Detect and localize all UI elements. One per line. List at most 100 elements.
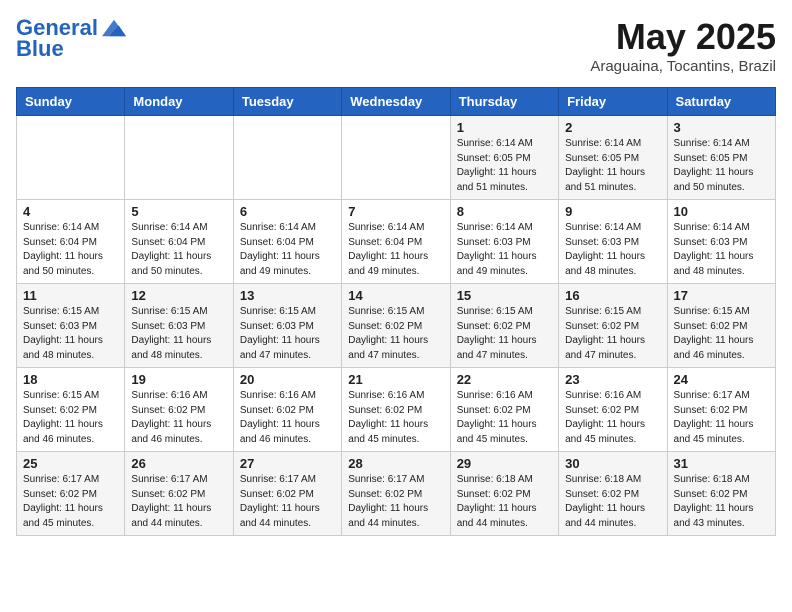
day-info: Sunrise: 6:15 AMSunset: 6:03 PMDaylight:…	[240, 305, 335, 363]
day-number: 23	[565, 372, 660, 387]
day-info: Sunrise: 6:14 AMSunset: 6:05 PMDaylight:…	[457, 137, 552, 195]
day-info: Sunrise: 6:14 AMSunset: 6:03 PMDaylight:…	[674, 221, 769, 279]
calendar-cell: 18 Sunrise: 6:15 AMSunset: 6:02 PMDayligh…	[17, 368, 125, 452]
day-info: Sunrise: 6:16 AMSunset: 6:02 PMDaylight:…	[457, 389, 552, 447]
day-number: 21	[348, 372, 443, 387]
calendar-cell: 28 Sunrise: 6:17 AMSunset: 6:02 PMDayligh…	[342, 452, 450, 536]
calendar-cell: 30 Sunrise: 6:18 AMSunset: 6:02 PMDayligh…	[559, 452, 667, 536]
day-info: Sunrise: 6:17 AMSunset: 6:02 PMDaylight:…	[674, 389, 769, 447]
calendar-cell: 7 Sunrise: 6:14 AMSunset: 6:04 PMDaylight…	[342, 200, 450, 284]
day-number: 3	[674, 120, 769, 135]
calendar-week-row: 11Sunrise: 6:15 AMSunset: 6:03 PMDayligh…	[17, 284, 776, 368]
day-number: 20	[240, 372, 335, 387]
day-info: Sunrise: 6:15 AMSunset: 6:02 PMDaylight:…	[348, 305, 443, 363]
calendar-week-row: 1 Sunrise: 6:14 AMSunset: 6:05 PMDaylight…	[17, 116, 776, 200]
header-thursday: Thursday	[450, 88, 558, 116]
calendar-cell: 15 Sunrise: 6:15 AMSunset: 6:02 PMDayligh…	[450, 284, 558, 368]
calendar-cell	[342, 116, 450, 200]
day-number: 25	[23, 456, 118, 471]
day-info: Sunrise: 6:16 AMSunset: 6:02 PMDaylight:…	[131, 389, 226, 447]
calendar-cell: 2Sunrise: 6:14 AMSunset: 6:05 PMDaylight…	[559, 116, 667, 200]
day-number: 6	[240, 204, 335, 219]
day-info: Sunrise: 6:14 AMSunset: 6:04 PMDaylight:…	[348, 221, 443, 279]
day-number: 5	[131, 204, 226, 219]
day-info: Sunrise: 6:15 AMSunset: 6:02 PMDaylight:…	[23, 389, 118, 447]
day-number: 22	[457, 372, 552, 387]
calendar-week-row: 18 Sunrise: 6:15 AMSunset: 6:02 PMDayligh…	[17, 368, 776, 452]
day-info: Sunrise: 6:18 AMSunset: 6:02 PMDaylight:…	[457, 473, 552, 531]
calendar-cell: 21Sunrise: 6:16 AMSunset: 6:02 PMDayligh…	[342, 368, 450, 452]
day-number: 16	[565, 288, 660, 303]
day-number: 1	[457, 120, 552, 135]
day-number: 2	[565, 120, 660, 135]
day-info: Sunrise: 6:15 AMSunset: 6:03 PMDaylight:…	[23, 305, 118, 363]
day-number: 14	[348, 288, 443, 303]
calendar-header-row: SundayMondayTuesdayWednesdayThursdayFrid…	[17, 88, 776, 116]
calendar-cell	[17, 116, 125, 200]
day-number: 4	[23, 204, 118, 219]
day-number: 7	[348, 204, 443, 219]
day-number: 18	[23, 372, 118, 387]
header-wednesday: Wednesday	[342, 88, 450, 116]
calendar-cell: 26 Sunrise: 6:17 AMSunset: 6:02 PMDayligh…	[125, 452, 233, 536]
calendar-cell: 6Sunrise: 6:14 AMSunset: 6:04 PMDaylight…	[233, 200, 341, 284]
calendar-cell: 27 Sunrise: 6:17 AMSunset: 6:02 PMDayligh…	[233, 452, 341, 536]
day-info: Sunrise: 6:17 AMSunset: 6:02 PMDaylight:…	[23, 473, 118, 531]
day-number: 17	[674, 288, 769, 303]
day-info: Sunrise: 6:15 AMSunset: 6:02 PMDaylight:…	[457, 305, 552, 363]
day-info: Sunrise: 6:14 AMSunset: 6:04 PMDaylight:…	[23, 221, 118, 279]
day-number: 19	[131, 372, 226, 387]
day-number: 12	[131, 288, 226, 303]
header-sunday: Sunday	[17, 88, 125, 116]
day-info: Sunrise: 6:15 AMSunset: 6:02 PMDaylight:…	[565, 305, 660, 363]
day-number: 10	[674, 204, 769, 219]
day-info: Sunrise: 6:15 AMSunset: 6:03 PMDaylight:…	[131, 305, 226, 363]
calendar-cell: 11Sunrise: 6:15 AMSunset: 6:03 PMDayligh…	[17, 284, 125, 368]
day-number: 9	[565, 204, 660, 219]
day-number: 15	[457, 288, 552, 303]
calendar-week-row: 25 Sunrise: 6:17 AMSunset: 6:02 PMDayligh…	[17, 452, 776, 536]
day-number: 27	[240, 456, 335, 471]
calendar-cell: 29 Sunrise: 6:18 AMSunset: 6:02 PMDayligh…	[450, 452, 558, 536]
day-number: 26	[131, 456, 226, 471]
day-info: Sunrise: 6:18 AMSunset: 6:02 PMDaylight:…	[565, 473, 660, 531]
calendar-week-row: 4 Sunrise: 6:14 AMSunset: 6:04 PMDaylight…	[17, 200, 776, 284]
day-number: 28	[348, 456, 443, 471]
page-header: General Blue May 2025 Araguaina, Tocanti…	[16, 16, 776, 75]
calendar-cell: 3Sunrise: 6:14 AMSunset: 6:05 PMDaylight…	[667, 116, 775, 200]
day-number: 29	[457, 456, 552, 471]
day-number: 8	[457, 204, 552, 219]
calendar-cell: 5 Sunrise: 6:14 AMSunset: 6:04 PMDaylight…	[125, 200, 233, 284]
day-number: 24	[674, 372, 769, 387]
calendar-cell: 10 Sunrise: 6:14 AMSunset: 6:03 PMDayligh…	[667, 200, 775, 284]
location-title: Araguaina, Tocantins, Brazil	[590, 58, 776, 75]
header-saturday: Saturday	[667, 88, 775, 116]
day-info: Sunrise: 6:17 AMSunset: 6:02 PMDaylight:…	[131, 473, 226, 531]
calendar-cell: 14 Sunrise: 6:15 AMSunset: 6:02 PMDayligh…	[342, 284, 450, 368]
calendar-cell: 17Sunrise: 6:15 AMSunset: 6:02 PMDayligh…	[667, 284, 775, 368]
calendar-cell: 9 Sunrise: 6:14 AMSunset: 6:03 PMDaylight…	[559, 200, 667, 284]
calendar-table: SundayMondayTuesdayWednesdayThursdayFrid…	[16, 87, 776, 536]
day-number: 31	[674, 456, 769, 471]
calendar-cell	[233, 116, 341, 200]
calendar-cell	[125, 116, 233, 200]
title-area: May 2025 Araguaina, Tocantins, Brazil	[590, 16, 776, 75]
calendar-cell: 20Sunrise: 6:16 AMSunset: 6:02 PMDayligh…	[233, 368, 341, 452]
day-info: Sunrise: 6:17 AMSunset: 6:02 PMDaylight:…	[348, 473, 443, 531]
day-info: Sunrise: 6:16 AMSunset: 6:02 PMDaylight:…	[565, 389, 660, 447]
day-info: Sunrise: 6:14 AMSunset: 6:04 PMDaylight:…	[131, 221, 226, 279]
header-tuesday: Tuesday	[233, 88, 341, 116]
calendar-cell: 1 Sunrise: 6:14 AMSunset: 6:05 PMDaylight…	[450, 116, 558, 200]
day-info: Sunrise: 6:18 AMSunset: 6:02 PMDaylight:…	[674, 473, 769, 531]
calendar-cell: 19 Sunrise: 6:16 AMSunset: 6:02 PMDayligh…	[125, 368, 233, 452]
day-number: 30	[565, 456, 660, 471]
day-number: 13	[240, 288, 335, 303]
calendar-cell: 13 Sunrise: 6:15 AMSunset: 6:03 PMDayligh…	[233, 284, 341, 368]
day-info: Sunrise: 6:14 AMSunset: 6:03 PMDaylight:…	[457, 221, 552, 279]
calendar-cell: 4 Sunrise: 6:14 AMSunset: 6:04 PMDaylight…	[17, 200, 125, 284]
calendar-cell: 24 Sunrise: 6:17 AMSunset: 6:02 PMDayligh…	[667, 368, 775, 452]
header-friday: Friday	[559, 88, 667, 116]
month-title: May 2025	[590, 16, 776, 58]
day-info: Sunrise: 6:14 AMSunset: 6:03 PMDaylight:…	[565, 221, 660, 279]
day-info: Sunrise: 6:17 AMSunset: 6:02 PMDaylight:…	[240, 473, 335, 531]
